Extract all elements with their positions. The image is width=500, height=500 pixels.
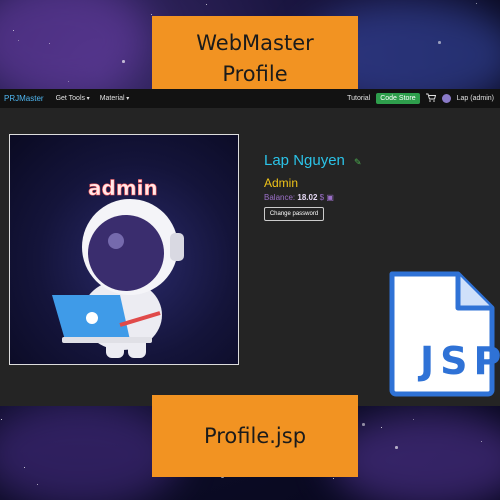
profile-name: Lap Nguyen: [264, 152, 345, 169]
star: [476, 3, 478, 5]
profile-image: admin: [9, 134, 239, 365]
balance-row: Balance: 18.02 $ ▣: [264, 193, 334, 202]
profile-role: Admin: [264, 176, 299, 190]
user-avatar[interactable]: [441, 94, 451, 103]
star: [333, 478, 335, 480]
star: [122, 60, 125, 63]
star: [438, 41, 441, 44]
change-password-button[interactable]: Change password: [264, 207, 324, 221]
profile-image-caption: admin: [88, 176, 158, 200]
balance-label: Balance:: [264, 193, 296, 202]
star: [362, 423, 365, 426]
banner-line-1: WebMaster: [196, 30, 314, 55]
banner-line-2: Profile: [222, 61, 288, 86]
cart-icon[interactable]: [425, 93, 436, 104]
wallet-icon: ▣: [326, 193, 334, 202]
title-banner: WebMaster Profile: [152, 16, 358, 99]
user-menu[interactable]: Lap (admin): [457, 95, 494, 102]
filename-banner: Profile.jsp: [152, 395, 358, 477]
nav-tutorial-link[interactable]: Tutorial: [347, 95, 370, 102]
code-store-button[interactable]: Code Store: [376, 93, 420, 104]
edit-pencil-icon[interactable]: ✎: [354, 157, 362, 168]
navbar: PRJMaster Get Tools Material Tutorial Co…: [0, 89, 500, 108]
brand-logo[interactable]: PRJMaster: [4, 94, 44, 103]
balance-value: 18.02: [297, 193, 318, 202]
star: [395, 446, 398, 449]
star: [206, 4, 208, 6]
nav-menu-get-tools[interactable]: Get Tools: [56, 95, 90, 102]
astronaut-illustration: admin: [52, 176, 184, 358]
star: [151, 14, 153, 16]
jsp-file-icon: JSP: [386, 268, 500, 403]
filename-label: Profile.jsp: [203, 423, 307, 448]
jsp-label: JSP: [417, 339, 500, 383]
balance-unit: $: [319, 193, 325, 202]
nav-menu-material[interactable]: Material: [100, 95, 130, 102]
